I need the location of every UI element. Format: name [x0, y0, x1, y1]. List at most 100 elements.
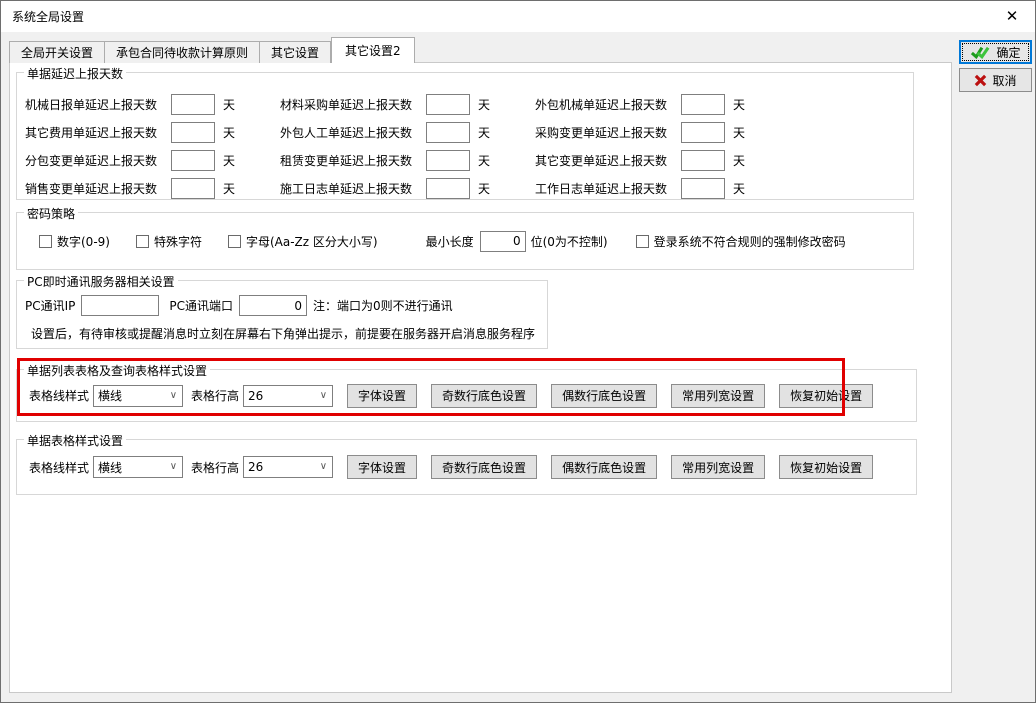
group-list-table-style: 单据列表表格及查询表格样式设置 表格线样式 横线∨ 表格行高 26∨ 字体设置 … — [16, 369, 917, 422]
group-delay-days: 单据延迟上报天数 机械日报单延迟上报天数天 其它费用单延迟上报天数天 分包变更单… — [16, 72, 914, 200]
tab-other-settings-2[interactable]: 其它设置2 — [331, 37, 415, 63]
check-icon — [970, 45, 991, 59]
even-row-color-button[interactable]: 偶数行底色设置 — [551, 384, 657, 408]
even-row-color-button[interactable]: 偶数行底色设置 — [551, 455, 657, 479]
delay-field: 分包变更单延迟上报天数 天 — [25, 150, 280, 171]
ok-button-label: 确定 — [996, 44, 1020, 61]
delay-days-input[interactable] — [171, 122, 215, 143]
delay-field: 其它变更单延迟上报天数 天 — [535, 150, 745, 171]
cancel-button[interactable]: 取消 — [959, 68, 1032, 92]
group-pc-im-server: PC即时通讯服务器相关设置 PC通讯IP PC通讯端口 注：端口为0则不进行通讯… — [16, 280, 548, 349]
delay-days-input[interactable] — [426, 94, 470, 115]
restore-defaults-button[interactable]: 恢复初始设置 — [779, 384, 873, 408]
delay-days-input[interactable] — [426, 122, 470, 143]
row-height-label: 表格行高 — [191, 387, 239, 404]
chevron-down-icon: ∨ — [170, 461, 177, 472]
title-bar: 系统全局设置 ✕ — [1, 1, 1035, 32]
unit-label: 天 — [223, 152, 235, 169]
pc-port-note: 注：端口为0则不进行通讯 — [313, 297, 453, 314]
pc-port-input[interactable] — [239, 295, 307, 316]
doc-style-row: 表格线样式 横线∨ 表格行高 26∨ 字体设置 奇数行底色设置 偶数行底色设置 … — [29, 440, 873, 494]
field-label: 其它费用单延迟上报天数 — [25, 124, 171, 141]
field-label: 材料采购单延迟上报天数 — [280, 96, 426, 113]
pc-port-label: PC通讯端口 — [169, 297, 233, 314]
delay-field: 销售变更单延迟上报天数 天 — [25, 178, 280, 199]
tab-contract-receivable[interactable]: 承包合同待收款计算原则 — [105, 41, 260, 63]
delay-days-input[interactable] — [171, 94, 215, 115]
checkbox-force-password-change[interactable]: 登录系统不符合规则的强制修改密码 — [636, 233, 846, 250]
delay-days-input[interactable] — [426, 150, 470, 171]
window-title: 系统全局设置 — [12, 8, 84, 25]
delay-days-input[interactable] — [681, 150, 725, 171]
tab-other-settings[interactable]: 其它设置 — [260, 41, 331, 63]
group-doc-table-style: 单据表格样式设置 表格线样式 横线∨ 表格行高 26∨ 字体设置 奇数行底色设置… — [16, 439, 917, 495]
chevron-down-icon: ∨ — [170, 390, 177, 401]
pc-comm-row: PC通讯IP PC通讯端口 注：端口为0则不进行通讯 — [25, 295, 453, 316]
ok-button[interactable]: 确定 — [959, 40, 1032, 64]
delay-field: 施工日志单延迟上报天数天 — [280, 178, 535, 199]
font-settings-button[interactable]: 字体设置 — [347, 455, 417, 479]
delay-days-input[interactable] — [681, 178, 725, 199]
checkbox-special-chars[interactable]: 特殊字符 — [136, 233, 202, 250]
odd-row-color-button[interactable]: 奇数行底色设置 — [431, 384, 537, 408]
delay-grid: 机械日报单延迟上报天数天 其它费用单延迟上报天数天 分包变更单延迟上报天数天 销… — [25, 90, 745, 202]
unit-label: 天 — [223, 180, 235, 197]
checkbox-box[interactable] — [228, 235, 241, 248]
delay-days-input[interactable] — [681, 94, 725, 115]
checkbox-box[interactable] — [39, 235, 52, 248]
line-style-select[interactable]: 横线 ∨ — [93, 456, 183, 478]
field-label: 外包人工单延迟上报天数 — [280, 124, 426, 141]
unit-label: 天 — [733, 96, 745, 113]
group-delay-days-title: 单据延迟上报天数 — [24, 65, 126, 82]
checkbox-box[interactable] — [636, 235, 649, 248]
selected-value: 横线 — [98, 459, 122, 476]
column-width-button[interactable]: 常用列宽设置 — [671, 384, 765, 408]
unit-label: 天 — [478, 124, 490, 141]
chevron-down-icon: ∨ — [320, 390, 327, 401]
tab-global-switch[interactable]: 全局开关设置 — [9, 41, 105, 63]
field-label: 销售变更单延迟上报天数 — [25, 180, 171, 197]
delay-days-input[interactable] — [681, 122, 725, 143]
delay-days-input[interactable] — [426, 178, 470, 199]
unit-label: 天 — [223, 96, 235, 113]
password-policy-row: 数字(0-9) 特殊字符 字母(Aa-Zz 区分大小写) 最小长度 位(0为不控… — [25, 213, 846, 269]
unit-label: 天 — [478, 180, 490, 197]
chevron-down-icon: ∨ — [320, 461, 327, 472]
unit-label: 天 — [733, 152, 745, 169]
line-style-label: 表格线样式 — [29, 387, 89, 404]
delay-days-input[interactable] — [171, 178, 215, 199]
odd-row-color-button[interactable]: 奇数行底色设置 — [431, 455, 537, 479]
tab-strip: 全局开关设置 承包合同待收款计算原则 其它设置 其它设置2 — [9, 37, 415, 63]
close-icon[interactable]: ✕ — [989, 1, 1035, 31]
delay-field: 采购变更单延迟上报天数 天 — [535, 122, 745, 143]
row-height-select[interactable]: 26∨ — [243, 456, 333, 478]
delay-days-input[interactable] — [171, 150, 215, 171]
line-style-label: 表格线样式 — [29, 459, 89, 476]
checkbox-box[interactable] — [136, 235, 149, 248]
unit-label: 天 — [733, 124, 745, 141]
row-height-select[interactable]: 26∨ — [243, 385, 333, 407]
pc-ip-label: PC通讯IP — [25, 297, 75, 314]
delay-field: 工作日志单延迟上报天数天 — [535, 178, 745, 199]
font-settings-button[interactable]: 字体设置 — [347, 384, 417, 408]
list-style-row: 表格线样式 横线∨ 表格行高 26∨ 字体设置 奇数行底色设置 偶数行底色设置 … — [29, 370, 873, 421]
line-style-select[interactable]: 横线 ∨ — [93, 385, 183, 407]
delay-field: 外包机械单延迟上报天数 天 — [535, 94, 745, 115]
min-length-input[interactable] — [480, 231, 526, 252]
field-label: 其它变更单延迟上报天数 — [535, 152, 681, 169]
column-width-button[interactable]: 常用列宽设置 — [671, 455, 765, 479]
checkbox-digits[interactable]: 数字(0-9) — [39, 233, 110, 250]
field-label: 采购变更单延迟上报天数 — [535, 124, 681, 141]
field-label: 机械日报单延迟上报天数 — [25, 96, 171, 113]
field-label: 外包机械单延迟上报天数 — [535, 96, 681, 113]
field-label: 分包变更单延迟上报天数 — [25, 152, 171, 169]
checkbox-letters[interactable]: 字母(Aa-Zz 区分大小写) — [228, 233, 378, 250]
checkbox-label: 字母(Aa-Zz 区分大小写) — [246, 233, 378, 250]
selected-value: 横线 — [98, 387, 122, 404]
pc-ip-input[interactable] — [81, 295, 159, 316]
group-password-policy: 密码策略 数字(0-9) 特殊字符 字母(Aa-Zz 区分大小写) 最小长度 位… — [16, 212, 914, 270]
restore-defaults-button[interactable]: 恢复初始设置 — [779, 455, 873, 479]
delay-field: 租赁变更单延迟上报天数天 — [280, 150, 535, 171]
unit-label: 天 — [478, 152, 490, 169]
x-icon — [974, 74, 987, 87]
